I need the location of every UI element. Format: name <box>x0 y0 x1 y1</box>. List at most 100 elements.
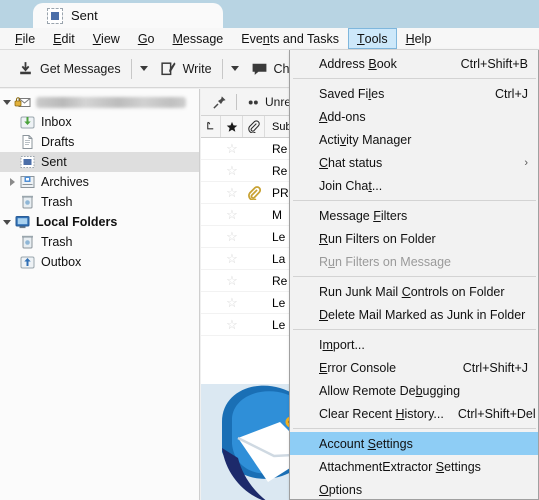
menubar-message-key: M <box>172 31 183 46</box>
trash-icon <box>22 235 33 249</box>
menu-item-options[interactable]: Options <box>290 478 538 499</box>
menu-item-chat-status-label: Chat status <box>319 155 383 170</box>
menu-item-saved-files-label: Saved Files <box>319 86 385 101</box>
menu-item-delete-junk-label: Delete Mail Marked as Junk in Folder <box>319 307 526 322</box>
menu-item-run-filters-on-folder-label: Run Filters on Folder <box>319 231 436 246</box>
menubar-item-view[interactable]: View <box>84 28 129 49</box>
row-star-cell[interactable]: ☆ <box>221 230 243 243</box>
row-star-cell[interactable]: ☆ <box>221 208 243 221</box>
folder-row-local-folders[interactable]: Local Folders <box>0 212 199 232</box>
menu-separator <box>293 329 536 330</box>
twisty-down-icon[interactable] <box>0 92 14 112</box>
menubar-item-tools[interactable]: Tools <box>348 28 397 49</box>
twisty-down-icon[interactable] <box>0 212 14 232</box>
row-star-cell[interactable]: ☆ <box>221 142 243 155</box>
write-label: Write <box>182 61 212 76</box>
drafts-icon <box>22 135 33 149</box>
chevron-down-icon <box>139 66 148 71</box>
folder-row-inbox[interactable]: Inbox <box>0 112 199 132</box>
menu-item-run-filters-on-folder[interactable]: Run Filters on Folder <box>290 227 538 250</box>
menubar-events-rest: ts and Tasks <box>269 31 339 46</box>
get-messages-dropdown[interactable] <box>135 56 153 82</box>
menubar-item-events-and-tasks[interactable]: Eve n ts and Tasks <box>232 28 348 49</box>
menu-item-allow-remote-debugging[interactable]: Allow Remote Debugging <box>290 379 538 402</box>
row-star-cell[interactable]: ☆ <box>221 318 243 331</box>
folder-account-row[interactable] <box>0 92 199 112</box>
folder-row-sent[interactable]: Sent <box>0 152 199 172</box>
menu-item-join-chat[interactable]: Join Chat... <box>290 174 538 197</box>
folder-row-trash-local[interactable]: Trash <box>0 232 199 252</box>
download-icon <box>20 62 31 75</box>
toolbar-separator-2 <box>221 58 223 79</box>
menu-item-import[interactable]: Import... <box>290 333 538 356</box>
folder-pane[interactable]: Inbox Drafts Sent Archives Trash Local F… <box>0 89 200 500</box>
toolbar-separator-1 <box>130 58 132 79</box>
column-header-star[interactable] <box>221 116 243 137</box>
star-outline-icon: ☆ <box>226 185 238 200</box>
menubar-message-rest: essage <box>182 31 224 46</box>
tab-sent[interactable]: Sent <box>33 3 223 28</box>
menu-item-address-book[interactable]: Address Book Ctrl+Shift+B <box>290 52 538 75</box>
menu-item-run-junk-mail-controls-on-folder[interactable]: Run Junk Mail Controls on Folder <box>290 280 538 303</box>
write-dropdown[interactable] <box>226 56 244 82</box>
folder-label-drafts: Drafts <box>41 135 75 149</box>
get-messages-button[interactable]: Get Messages <box>10 55 128 83</box>
folder-row-drafts[interactable]: Drafts <box>0 132 199 152</box>
menu-item-clear-recent-history-label: Clear Recent History... <box>319 406 444 421</box>
menu-item-activity-manager[interactable]: Activity Manager <box>290 128 538 151</box>
row-star-cell[interactable]: ☆ <box>221 296 243 309</box>
folder-label-trash-local: Trash <box>41 235 73 249</box>
tools-menu-popup: Address Book Ctrl+Shift+B Saved Files Ct… <box>289 50 539 500</box>
menu-item-attachmentextractor-settings[interactable]: AttachmentExtractor Settings <box>290 455 538 478</box>
menubar-item-file[interactable]: File <box>6 28 44 49</box>
folder-row-archives[interactable]: Archives <box>0 172 199 192</box>
menu-item-clear-recent-history[interactable]: Clear Recent History... Ctrl+Shift+Del <box>290 402 538 425</box>
row-star-cell[interactable]: ☆ <box>221 164 243 177</box>
menu-separator <box>293 78 536 79</box>
quick-filter-pin-button[interactable] <box>207 91 232 113</box>
menubar-item-go[interactable]: Go <box>129 28 164 49</box>
menu-item-run-filters-on-message: Run Filters on Message <box>290 250 538 273</box>
column-header-thread[interactable] <box>201 116 221 137</box>
star-outline-icon: ☆ <box>226 163 238 178</box>
menubar-item-edit[interactable]: Edit <box>44 28 84 49</box>
folder-row-trash-account[interactable]: Trash <box>0 192 199 212</box>
menu-separator <box>293 200 536 201</box>
menu-item-error-console-accel: Ctrl+Shift+J <box>462 360 528 375</box>
menubar-help-rest: elp <box>414 31 432 46</box>
stamp-icon <box>47 7 63 24</box>
menubar-tools-rest: ools <box>364 31 388 46</box>
local-folders-icon <box>15 216 30 229</box>
menu-item-account-settings[interactable]: Account Settings <box>290 432 538 455</box>
menu-item-error-console-label: Error Console <box>319 360 397 375</box>
thread-icon <box>207 121 214 129</box>
menu-item-add-ons[interactable]: Add-ons <box>290 105 538 128</box>
star-outline-icon: ☆ <box>226 273 238 288</box>
mail-account-locked-icon <box>14 97 31 107</box>
folder-row-outbox[interactable]: Outbox <box>0 252 199 272</box>
menubar-events-key: n <box>262 31 270 46</box>
get-messages-label: Get Messages <box>40 61 121 76</box>
menubar-view-rest: iew <box>101 31 120 46</box>
inbox-icon <box>20 116 35 129</box>
row-star-cell[interactable]: ☆ <box>221 252 243 265</box>
twisty-right-icon[interactable] <box>5 172 19 192</box>
menu-item-chat-status[interactable]: Chat status › <box>290 151 538 174</box>
menu-item-error-console[interactable]: Error Console Ctrl+Shift+J <box>290 356 538 379</box>
row-star-cell[interactable]: ☆ <box>221 186 243 199</box>
column-header-attachment[interactable] <box>243 116 265 137</box>
folder-label-sent: Sent <box>41 155 67 169</box>
menu-item-options-label: Options <box>319 482 363 497</box>
menubar-item-message[interactable]: Message <box>164 28 233 49</box>
pencil-compose-icon <box>160 62 176 76</box>
menu-item-delete-mail-marked-as-junk-in-folder[interactable]: Delete Mail Marked as Junk in Folder <box>290 303 538 326</box>
menu-item-saved-files[interactable]: Saved Files Ctrl+J <box>290 82 538 105</box>
attachment-icon <box>248 185 261 200</box>
menu-item-account-settings-label: Account Settings <box>319 436 413 451</box>
menu-item-message-filters[interactable]: Message Filters <box>290 204 538 227</box>
menubar-item-help[interactable]: Help <box>397 28 441 49</box>
write-button[interactable]: Write <box>153 55 219 83</box>
row-star-cell[interactable]: ☆ <box>221 274 243 287</box>
pin-icon <box>213 95 226 109</box>
menu-separator <box>293 428 536 429</box>
